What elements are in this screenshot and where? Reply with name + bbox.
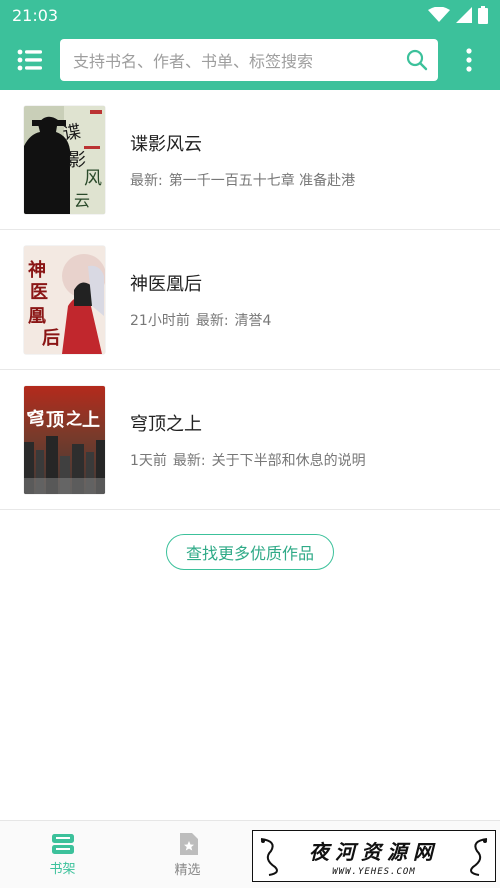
svg-text:医: 医 [30,282,48,303]
svg-text:后: 后 [42,328,60,349]
nav-item-featured[interactable]: 精选 [125,821,250,888]
battery-icon [478,6,488,24]
book-meta: 最新: 第一千一百五十七章 准备赴港 [130,170,355,190]
status-bar: 21:03 [0,0,500,30]
book-latest-label: 最新: [195,312,229,329]
menu-icon [17,49,42,71]
watermark-title: 夜河资源网 [309,839,439,864]
book-meta: 1天前 最新: 关于下半部和休息的说明 [130,450,366,470]
nav-label-featured: 精选 [174,862,201,878]
ornament-icon [260,838,278,876]
svg-text:谍: 谍 [61,121,82,145]
book-info: 穹顶之上 1天前 最新: 关于下半部和休息的说明 [130,410,366,470]
book-list: 谍 影 风 云 谍影风云 最新: 第一千一百五十七章 准备赴港 神 医 凰 后 … [0,90,500,510]
book-title: 穹顶之上 [130,413,202,435]
watermark-url: WWW.YEHES.COM [332,866,416,877]
svg-text:顶: 顶 [46,410,64,431]
svg-text:风: 风 [84,168,102,189]
app-bar: 支持书名、作者、书单、标签搜索 [0,30,500,90]
status-time: 21:03 [12,5,59,25]
book-item[interactable]: 谍 影 风 云 谍影风云 最新: 第一千一百五十七章 准备赴港 [0,90,500,230]
signal-icon [456,7,472,23]
search-icon[interactable] [406,49,428,71]
book-latest-label: 最新: [172,452,206,469]
svg-text:凰: 凰 [28,306,46,327]
book-time-ago: 21小时前 [130,312,190,329]
book-item[interactable]: 穹 顶 之 上 穹顶之上 1天前 最新: 关于下半部和休息的说明 [0,370,500,510]
svg-text:云: 云 [74,191,90,210]
book-time-ago: 1天前 [130,452,167,469]
book-cover[interactable]: 神 医 凰 后 [24,245,105,354]
svg-text:穹: 穹 [26,406,47,430]
search-placeholder: 支持书名、作者、书单、标签搜索 [73,52,314,71]
book-info: 谍影风云 最新: 第一千一百五十七章 准备赴港 [130,130,355,190]
svg-text:上: 上 [82,410,100,431]
book-latest-label: 最新: [130,172,163,189]
nav-label-bookshelf: 书架 [49,861,76,877]
status-icons [428,6,488,24]
book-latest-chapter: 第一千一百五十七章 准备赴港 [168,172,356,189]
book-cover[interactable]: 谍 影 风 云 [24,105,105,214]
featured-icon [179,832,198,855]
book-item[interactable]: 神 医 凰 后 神医凰后 21小时前 最新: 清誉4 [0,230,500,370]
search-input[interactable]: 支持书名、作者、书单、标签搜索 [60,39,438,81]
more-options-button[interactable] [438,30,500,90]
book-latest-chapter: 关于下半部和休息的说明 [211,452,366,469]
wifi-icon [428,7,450,22]
nav-item-bookshelf[interactable]: 书架 [0,821,125,888]
book-title: 谍影风云 [130,133,202,155]
svg-text:神: 神 [28,259,46,281]
more-vert-icon [466,48,472,72]
svg-text:之: 之 [66,409,82,428]
book-latest-chapter: 清誉4 [234,312,272,329]
book-meta: 21小时前 最新: 清誉4 [130,310,271,330]
watermark: 夜河资源网 WWW.YEHES.COM [252,830,496,882]
ornament-icon [470,838,488,876]
book-info: 神医凰后 21小时前 最新: 清誉4 [130,270,271,330]
menu-button[interactable] [0,30,60,90]
book-cover[interactable]: 穹 顶 之 上 [24,385,105,494]
bookshelf-icon [51,833,74,854]
find-more-button[interactable]: 查找更多优质作品 [166,534,334,570]
book-title: 神医凰后 [130,273,202,295]
